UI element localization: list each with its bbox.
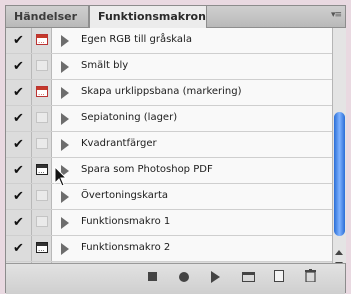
toggle-dialog-cell[interactable] bbox=[32, 54, 52, 79]
dialog-dots: ... bbox=[38, 245, 45, 253]
toggle-item-cell[interactable]: ✔ bbox=[6, 28, 32, 53]
actions-panel: Händelser Funktionsmakron ▾≡ ✔... Egen RG… bbox=[5, 5, 346, 294]
dialog-toggle-icon[interactable] bbox=[36, 112, 48, 123]
action-label: Sepiatoning (lager) bbox=[81, 112, 178, 123]
action-label: Kvadrantfärger bbox=[81, 138, 157, 149]
expand-triangle-icon[interactable] bbox=[61, 87, 69, 99]
action-label: Smält bly bbox=[81, 60, 129, 71]
expand-triangle-icon[interactable] bbox=[61, 35, 69, 47]
action-row[interactable]: ✔ Smält bly bbox=[6, 54, 332, 80]
toggle-dialog-cell[interactable]: ... bbox=[32, 80, 52, 105]
action-label: Spara som Photoshop PDF bbox=[81, 164, 213, 175]
record-icon[interactable] bbox=[179, 272, 189, 282]
toggle-dialog-cell[interactable] bbox=[32, 106, 52, 131]
dialog-toggle-icon[interactable] bbox=[36, 138, 48, 149]
expand-triangle-icon[interactable] bbox=[61, 243, 69, 255]
panel-tabbar: Händelser Funktionsmakron ▾≡ bbox=[6, 6, 345, 28]
dialog-toggle-icon[interactable]: ... bbox=[36, 86, 48, 97]
toggle-dialog-cell[interactable] bbox=[32, 184, 52, 209]
expand-triangle-icon[interactable] bbox=[61, 191, 69, 203]
toggle-item-cell[interactable]: ✔ bbox=[6, 54, 32, 79]
action-row[interactable]: ✔... Funktionsmakro 2 bbox=[6, 236, 332, 262]
toggle-item-cell[interactable]: ✔ bbox=[6, 210, 32, 235]
tab-funktionsmakron[interactable]: Funktionsmakron bbox=[89, 6, 207, 28]
expand-triangle-icon[interactable] bbox=[61, 217, 69, 229]
trash-icon[interactable] bbox=[305, 269, 316, 282]
stop-icon[interactable] bbox=[148, 272, 157, 281]
checkmark-icon[interactable]: ✔ bbox=[13, 60, 26, 73]
checkmark-icon[interactable]: ✔ bbox=[13, 112, 26, 125]
dialog-toggle-icon[interactable]: ... bbox=[36, 34, 48, 45]
action-row[interactable]: ✔ Funktionsmakro 1 bbox=[6, 210, 332, 236]
action-row[interactable]: ✔ Sepiatoning (lager) bbox=[6, 106, 332, 132]
toggle-item-cell[interactable]: ✔ bbox=[6, 158, 32, 183]
dialog-toggle-icon[interactable]: ... bbox=[36, 164, 48, 175]
action-row[interactable]: ✔ Kvadrantfärger bbox=[6, 132, 332, 158]
action-label: Skapa urklippsbana (markering) bbox=[81, 86, 242, 97]
expand-triangle-icon[interactable] bbox=[61, 113, 69, 125]
toggle-dialog-cell[interactable]: ... bbox=[32, 236, 52, 261]
dialog-toggle-icon[interactable]: ... bbox=[36, 242, 48, 253]
toggle-dialog-cell[interactable]: ... bbox=[32, 28, 52, 53]
toggle-item-cell[interactable]: ✔ bbox=[6, 132, 32, 157]
actions-toolbar bbox=[6, 263, 345, 294]
action-label: Funktionsmakro 1 bbox=[81, 216, 171, 227]
panel-menu-icon[interactable]: ▾≡ bbox=[331, 10, 342, 20]
checkmark-icon[interactable]: ✔ bbox=[13, 34, 26, 47]
expand-triangle-icon[interactable] bbox=[61, 61, 69, 73]
toggle-dialog-cell[interactable] bbox=[32, 210, 52, 235]
dialog-toggle-icon[interactable] bbox=[36, 216, 48, 227]
dialog-toggle-icon[interactable] bbox=[36, 190, 48, 201]
dialog-toggle-icon[interactable] bbox=[36, 60, 48, 71]
toggle-dialog-cell[interactable] bbox=[32, 132, 52, 157]
mouse-cursor-icon bbox=[54, 166, 68, 187]
new-set-icon[interactable] bbox=[242, 272, 255, 282]
toggle-item-cell[interactable]: ✔ bbox=[6, 80, 32, 105]
toggle-item-cell[interactable]: ✔ bbox=[6, 106, 32, 131]
expand-triangle-icon[interactable] bbox=[61, 139, 69, 151]
action-label: Funktionsmakro 2 bbox=[81, 242, 171, 253]
dialog-dots: ... bbox=[38, 37, 45, 45]
checkmark-icon[interactable]: ✔ bbox=[13, 242, 26, 255]
toggle-dialog-cell[interactable]: ... bbox=[32, 158, 52, 183]
checkmark-icon[interactable]: ✔ bbox=[13, 190, 26, 203]
dialog-dots: ... bbox=[38, 89, 45, 97]
action-row[interactable]: ✔... Skapa urklippsbana (markering) bbox=[6, 80, 332, 106]
scrollbar[interactable] bbox=[332, 28, 346, 267]
checkmark-icon[interactable]: ✔ bbox=[13, 216, 26, 229]
play-icon[interactable] bbox=[211, 271, 220, 283]
checkmark-icon[interactable]: ✔ bbox=[13, 138, 26, 151]
scroll-thumb[interactable] bbox=[334, 112, 345, 236]
toggle-item-cell[interactable]: ✔ bbox=[6, 236, 32, 261]
action-label: Övertoningskarta bbox=[81, 190, 169, 201]
action-label: Egen RGB till gråskala bbox=[81, 34, 192, 45]
new-action-icon[interactable] bbox=[274, 270, 284, 282]
checkmark-icon[interactable]: ✔ bbox=[13, 164, 26, 177]
actions-list: ✔... Egen RGB till gråskala ✔ Smält bly ✔...… bbox=[6, 28, 332, 263]
dialog-dots: ... bbox=[38, 167, 45, 175]
checkmark-icon[interactable]: ✔ bbox=[13, 86, 26, 99]
toggle-item-cell[interactable]: ✔ bbox=[6, 184, 32, 209]
action-row[interactable]: ✔... Egen RGB till gråskala bbox=[6, 28, 332, 54]
tab-handelser[interactable]: Händelser bbox=[6, 6, 89, 27]
scroll-up-arrow-icon[interactable] bbox=[335, 250, 343, 255]
